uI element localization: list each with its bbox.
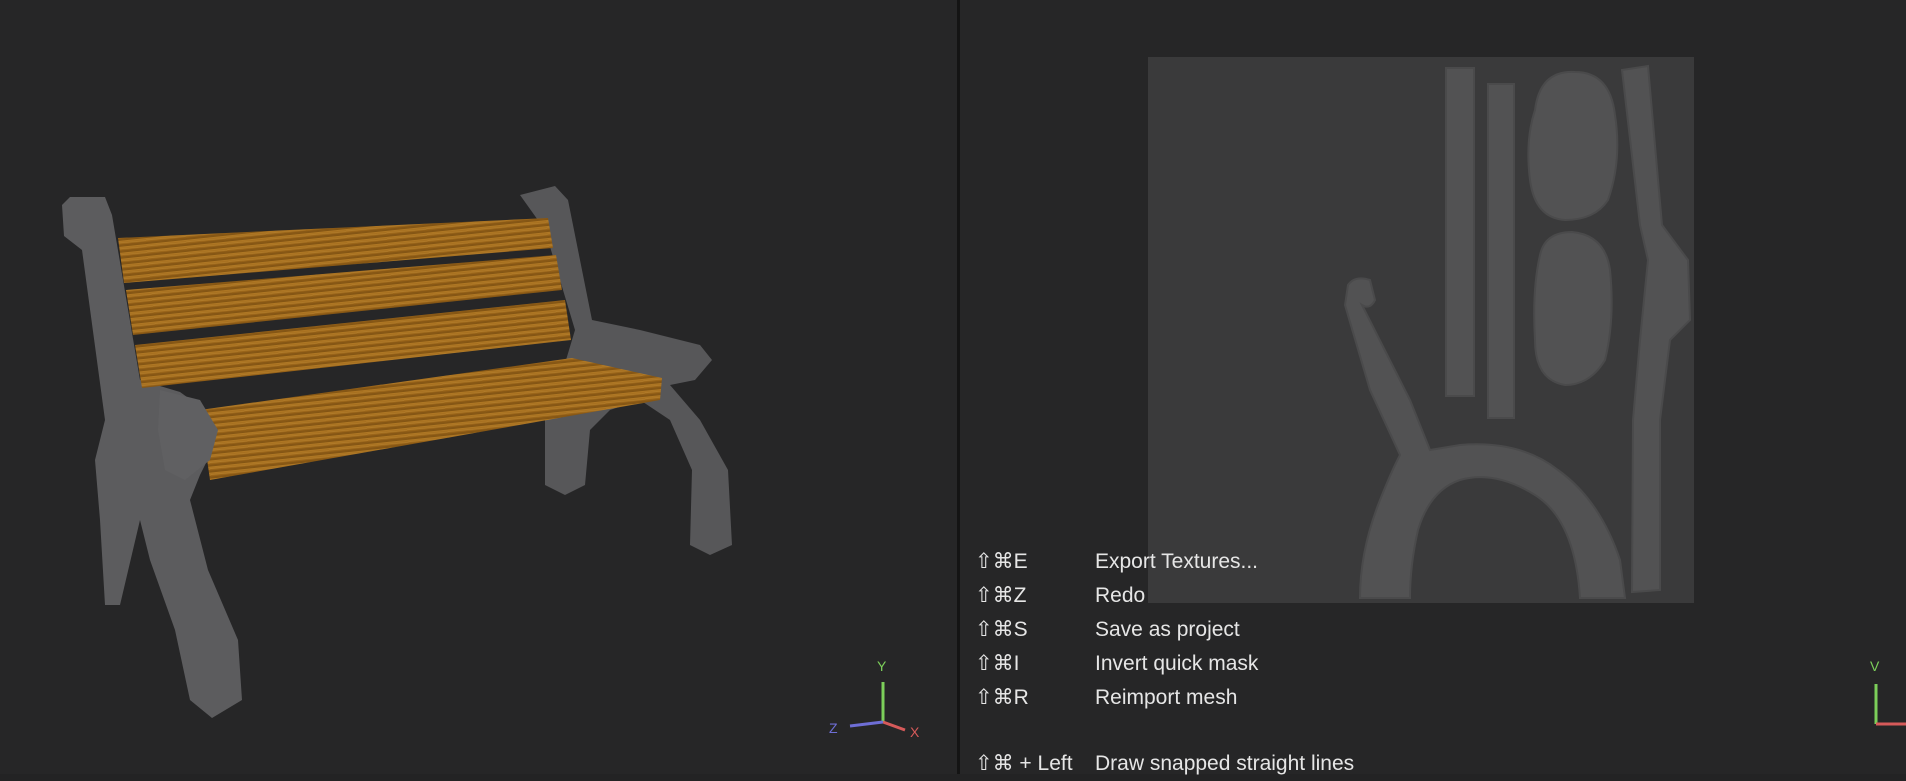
axis-x-label: X [910,724,920,740]
axis-gizmo: Y Z X [829,658,920,740]
shortcut-row: ⇧⌘I Invert quick mask [975,647,1354,681]
shortcut-action: Invert quick mask [1095,652,1259,675]
shortcut-action: Draw snapped straight lines [1095,752,1355,775]
shortcut-row: ⇧⌘S Save as project [975,613,1354,647]
shortcut-list: ⇧⌘E Export Textures... ⇧⌘Z Redo ⇧⌘S Save… [975,545,1354,781]
uv-island-blob-1 [1527,70,1619,222]
axis-z-label: Z [829,720,838,736]
shortcut-key: ⇧⌘E [975,550,1028,573]
shortcut-action: Save as project [1095,618,1240,641]
shortcut-key: ⇧⌘S [975,618,1028,641]
uv-island-blob-2 [1533,230,1613,387]
shortcut-key: ⇧⌘I [975,652,1020,675]
shortcut-key: ⇧⌘R [975,686,1029,709]
uv-island-slat-2 [1487,83,1515,419]
shortcut-action: Export Textures... [1095,550,1259,573]
shortcut-row: ⇧⌘R Reimport mesh [975,681,1354,715]
bench-model: Y Z X [62,186,920,740]
shortcut-row: ⇧⌘Z Redo [975,579,1354,613]
shortcut-row: ⇧⌘E Export Textures... [975,545,1354,579]
shortcut-action: Reimport mesh [1095,686,1238,709]
shortcut-key: ⇧⌘Z [975,584,1027,607]
uv-island-slat-1 [1445,67,1475,397]
shortcut-action: Redo [1095,584,1146,607]
axis-y-label: Y [877,658,887,674]
uv-axis-gizmo: V [1870,658,1906,726]
shortcut-row: ⇧⌘ + Left Draw snapped straight lines [975,747,1354,781]
shortcut-key: ⇧⌘ + Left [975,752,1073,775]
axis-v-label: V [1870,658,1880,674]
3d-viewport[interactable]: Y Z X [0,0,957,774]
